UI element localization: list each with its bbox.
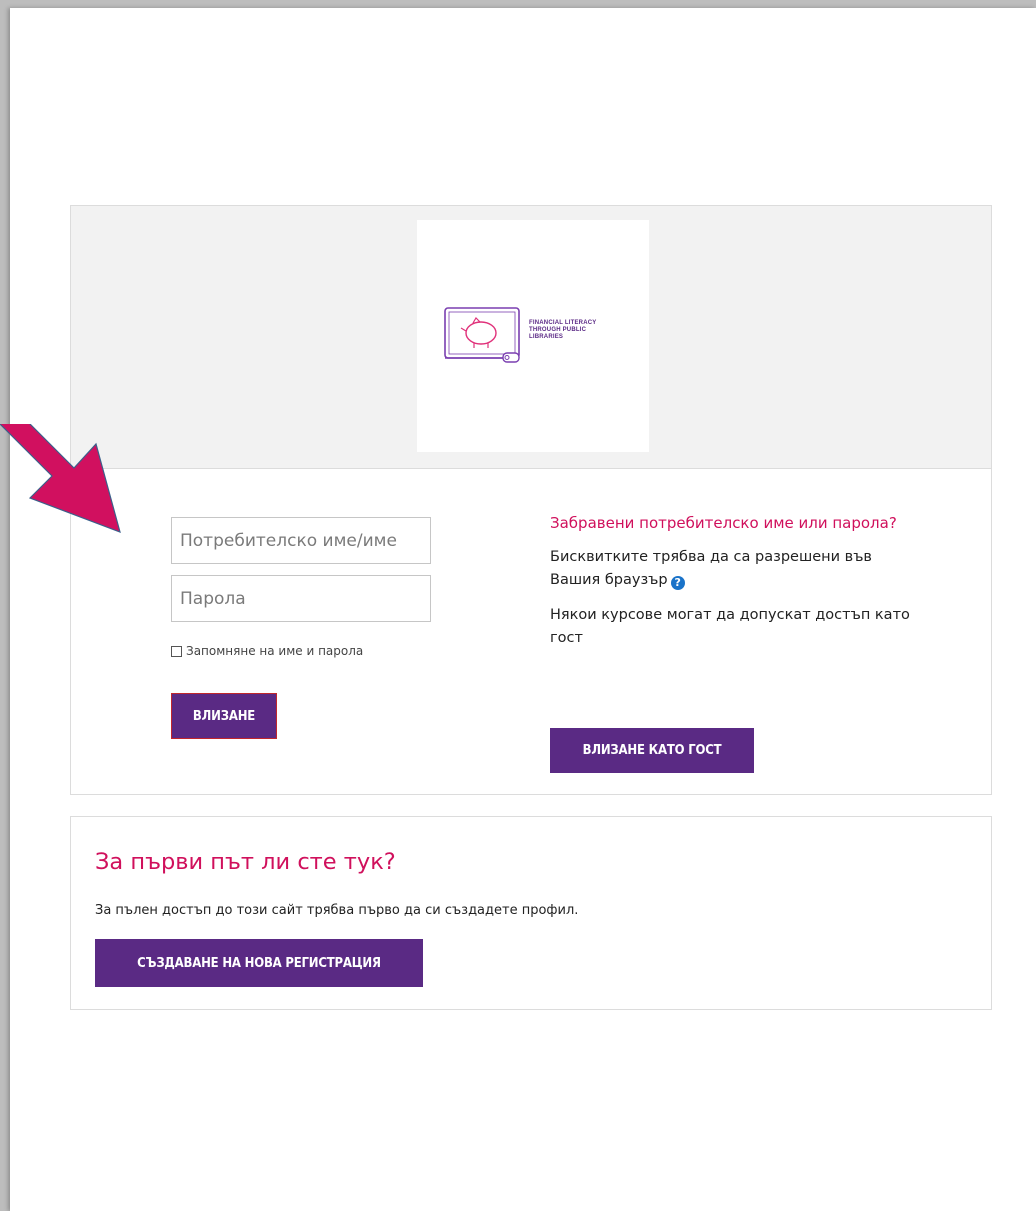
guest-notice: Някои курсове могат да допускат достъп к… [550, 607, 910, 646]
logo-wordmark: FINANCIAL LITERACY THROUGH PUBLIC LIBRAR… [529, 320, 639, 341]
signup-title: За първи път ли сте тук? [95, 849, 396, 875]
login-button[interactable]: Влизане [171, 693, 277, 739]
cookies-notice: Бисквитките трябва да са разрешени във В… [550, 546, 910, 592]
logo-area: FINANCIAL LITERACY THROUGH PUBLIC LIBRAR… [71, 206, 991, 469]
logo-line: LIBRARIES [529, 334, 564, 340]
remember-label: Запомняне на име и парола [186, 644, 364, 658]
password-input[interactable] [171, 575, 431, 622]
page: FINANCIAL LITERACY THROUGH PUBLIC LIBRAR… [10, 8, 1036, 1211]
logo-line: THROUGH PUBLIC [529, 327, 587, 333]
cookies-text: Бисквитките трябва да са разрешени във В… [550, 549, 872, 588]
signup-description: За пълен достъп до този сайт трябва първ… [95, 903, 579, 918]
piggy-bank-laptop-icon [444, 307, 520, 363]
help-icon[interactable]: ? [670, 576, 685, 590]
create-account-button[interactable]: Създаване на нова регистрация [95, 939, 423, 987]
login-card: FINANCIAL LITERACY THROUGH PUBLIC LIBRAR… [70, 205, 992, 795]
remember-checkbox[interactable] [171, 645, 182, 657]
signup-card: За първи път ли сте тук? За пълен достъп… [70, 816, 992, 1010]
pointer-arrow-icon [0, 424, 121, 533]
login-help: Забравени потребителско име или парола? … [550, 512, 910, 650]
remember-me[interactable]: Запомняне на име и парола [171, 644, 363, 658]
username-input[interactable] [171, 517, 431, 564]
forgot-password-link[interactable]: Забравени потребителско име или парола? [550, 512, 910, 535]
site-logo: FINANCIAL LITERACY THROUGH PUBLIC LIBRAR… [417, 220, 649, 452]
guest-login-button[interactable]: Влизане като гост [550, 728, 754, 773]
logo-line: FINANCIAL LITERACY [529, 320, 597, 326]
